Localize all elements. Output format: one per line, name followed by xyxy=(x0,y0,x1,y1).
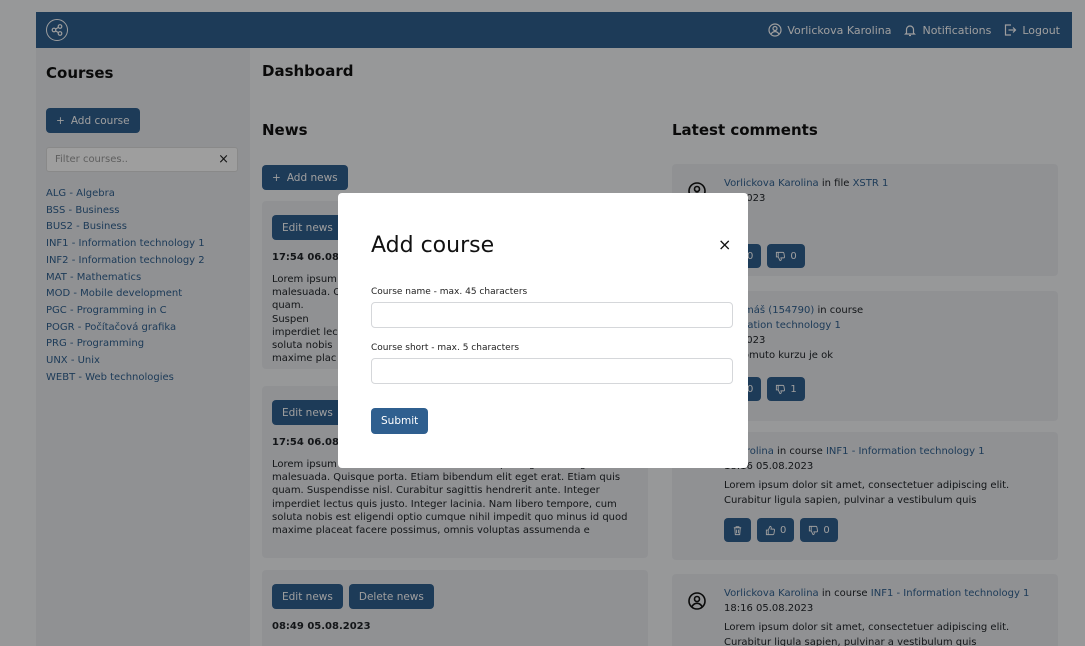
course-name-label: Course name - max. 45 characters xyxy=(371,287,528,297)
course-name-input[interactable] xyxy=(371,302,733,328)
add-course-modal: Add course × Course name - max. 45 chara… xyxy=(338,193,748,468)
course-short-label: Course short - max. 5 characters xyxy=(371,343,520,353)
submit-button[interactable]: Submit xyxy=(371,408,429,434)
page: Vorlickova Karolina Notifications Logout… xyxy=(0,0,1085,646)
close-icon[interactable]: × xyxy=(718,235,731,254)
modal-title: Add course xyxy=(371,233,495,258)
course-short-input[interactable] xyxy=(371,358,733,384)
